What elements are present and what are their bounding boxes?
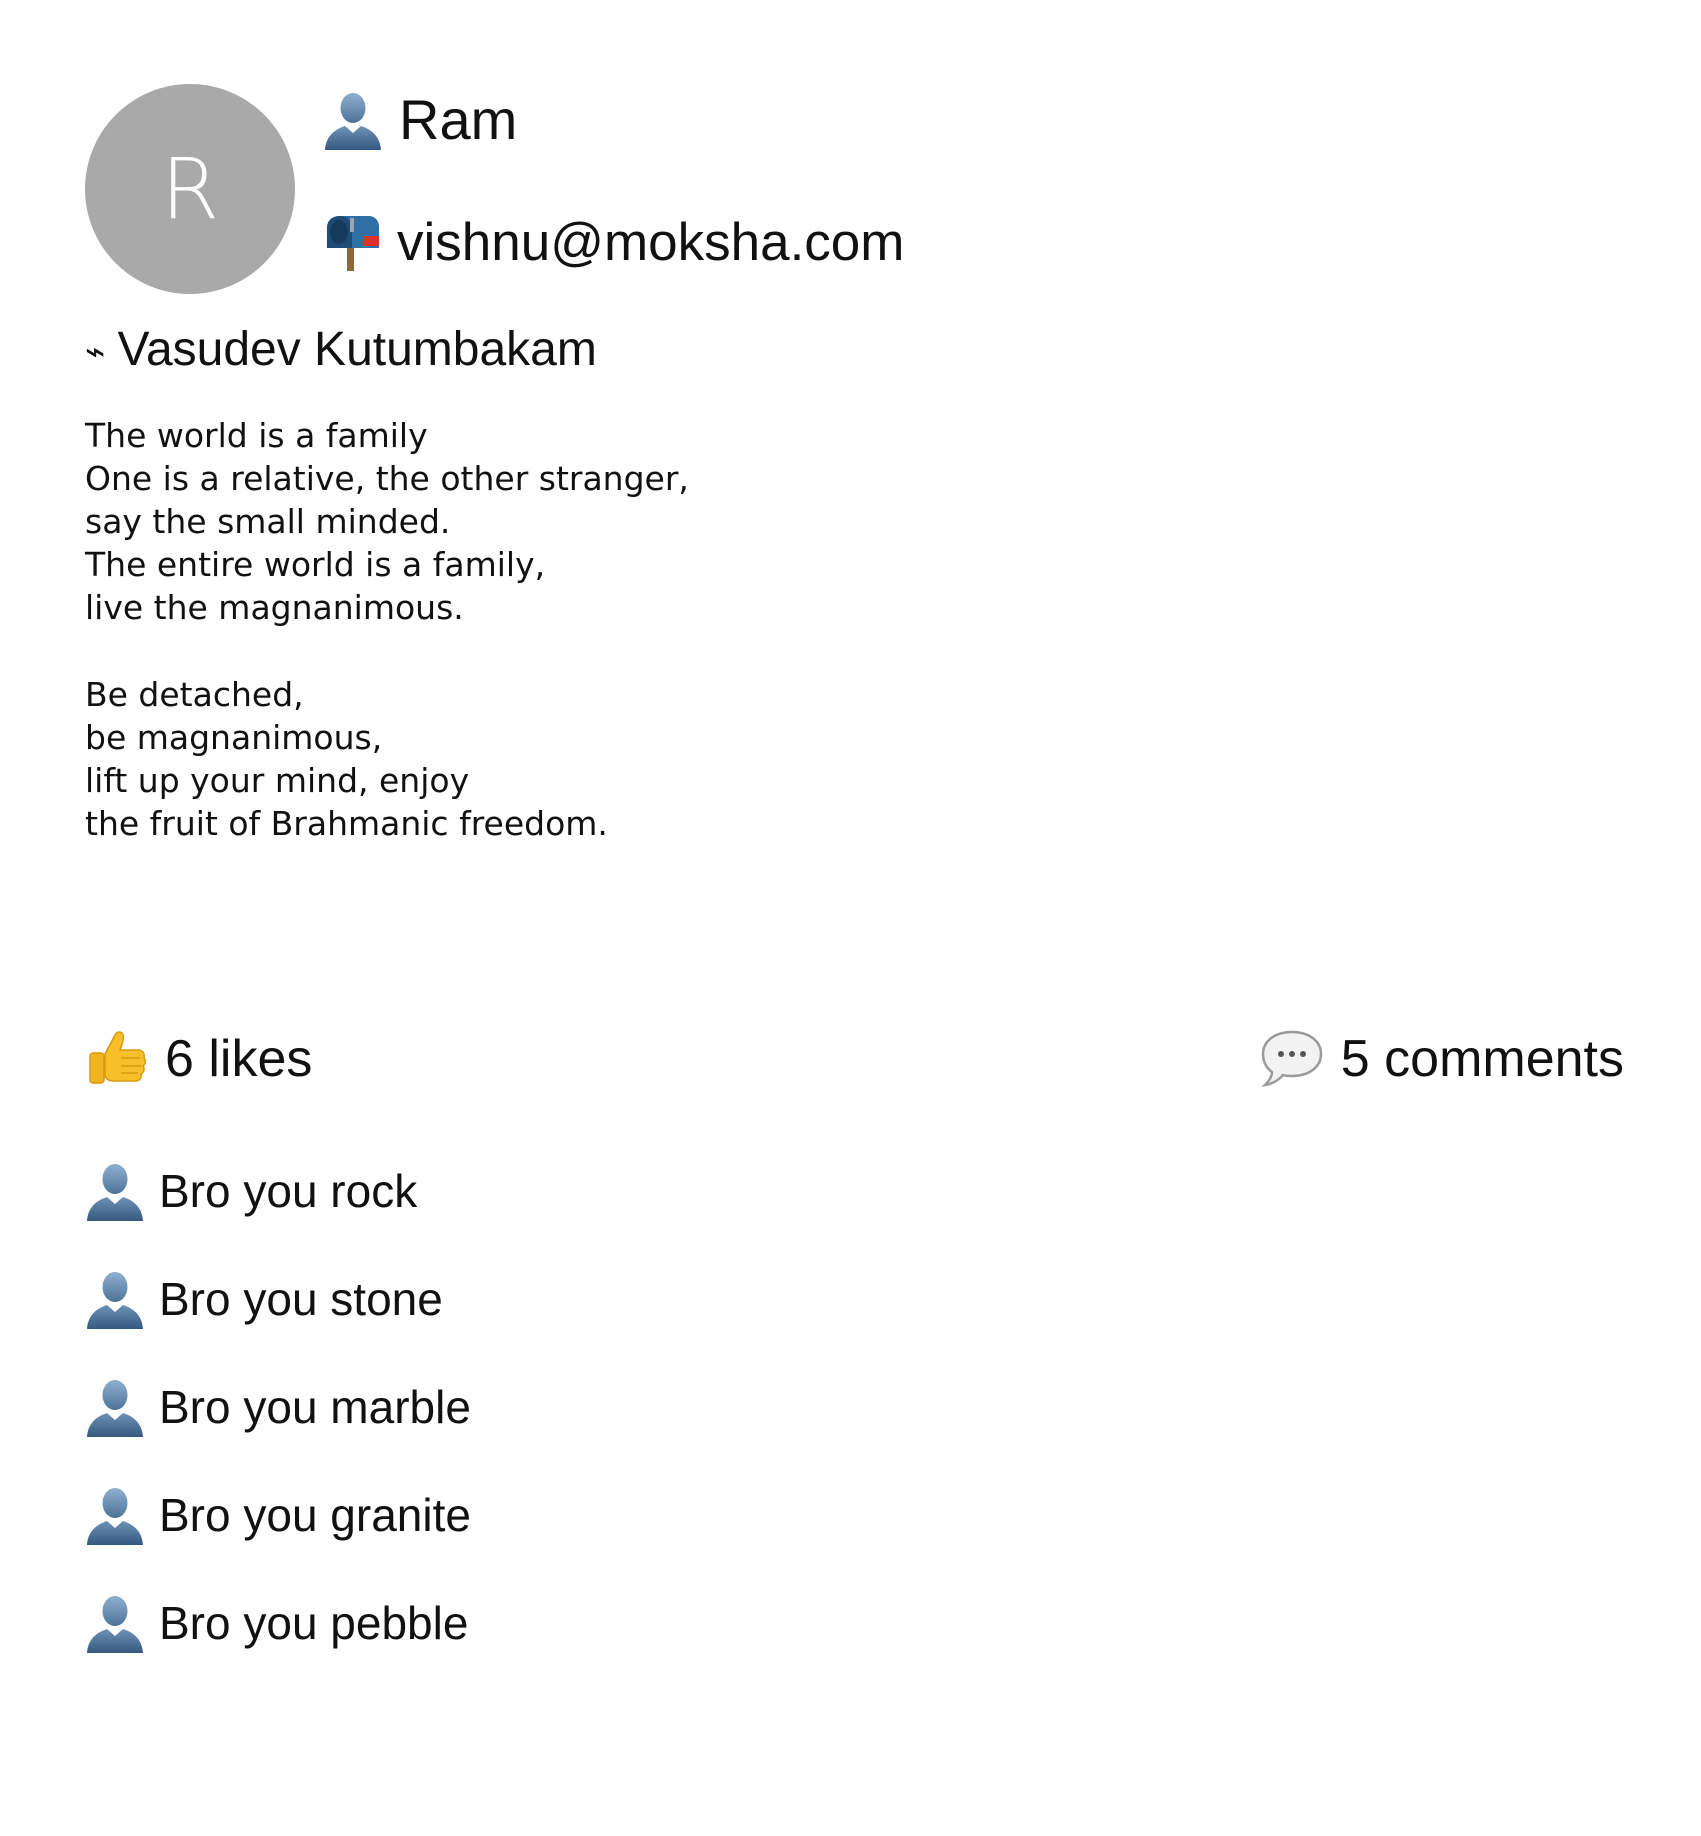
comment-text: Bro you granite (159, 1489, 471, 1541)
avatar[interactable]: R (85, 84, 295, 294)
comment-text: Bro you rock (159, 1165, 418, 1217)
profile-name: Ram (399, 88, 518, 151)
post-detail-page: R Ram vishnu@moksha.com ⌁ Vasudev Kutumb… (0, 0, 1701, 1836)
post-line: live the magnanimous. (85, 588, 464, 627)
commenter-avatar-icon (85, 1484, 145, 1546)
likes-count: 6 likes (165, 1030, 313, 1088)
comment-list: Bro you rock Bro you stone Bro you marbl… (85, 1160, 471, 1700)
post-body: The world is a family One is a relative, … (85, 414, 985, 889)
post-title: Vasudev Kutumbakam (117, 323, 597, 376)
comment-item[interactable]: Bro you marble (85, 1376, 471, 1438)
post-line: The entire world is a family, (85, 545, 546, 584)
post-line: the fruit of Brahmanic freedom. (85, 804, 608, 843)
post-line: be magnanimous, (85, 718, 383, 757)
comment-text: Bro you marble (159, 1381, 471, 1433)
mailbox-icon (323, 212, 381, 272)
comment-item[interactable]: Bro you granite (85, 1484, 471, 1546)
post-line: lift up your mind, enjoy (85, 761, 470, 800)
post-line: The world is a family (85, 416, 428, 455)
profile-email: vishnu@moksha.com (397, 212, 905, 272)
speech-bubble-icon (1259, 1028, 1325, 1090)
post-title-row: ⌁ Vasudev Kutumbakam (85, 320, 597, 380)
comment-item[interactable]: Bro you rock (85, 1160, 471, 1222)
commenter-avatar-icon (85, 1376, 145, 1438)
comments-count: 5 comments (1340, 1030, 1624, 1088)
comment-text: Bro you stone (159, 1273, 443, 1325)
profile-header: R Ram vishnu@moksha.com (85, 84, 1085, 296)
thumbs-up-icon (85, 1027, 149, 1091)
comment-item[interactable]: Bro you pebble (85, 1592, 471, 1654)
comments-button[interactable]: 5 comments (1259, 1024, 1624, 1094)
commenter-avatar-icon (85, 1592, 145, 1654)
comment-item[interactable]: Bro you stone (85, 1268, 471, 1330)
post-line: One is a relative, the other stranger, (85, 459, 689, 498)
profile-email-row: vishnu@moksha.com (323, 206, 904, 278)
comment-text: Bro you pebble (159, 1597, 469, 1649)
post-line: say the small minded. (85, 502, 451, 541)
lightning-icon: ⌁ (85, 333, 106, 371)
avatar-initial: R (160, 140, 220, 238)
user-icon (323, 89, 383, 151)
post-line: Be detached, (85, 675, 304, 714)
likes-button[interactable]: 6 likes (85, 1024, 312, 1094)
post-stanza: Be detached, be magnanimous, lift up your … (85, 673, 985, 845)
profile-name-row: Ram (323, 84, 517, 156)
commenter-avatar-icon (85, 1160, 145, 1222)
commenter-avatar-icon (85, 1268, 145, 1330)
post-stanza: The world is a family One is a relative, … (85, 414, 985, 629)
